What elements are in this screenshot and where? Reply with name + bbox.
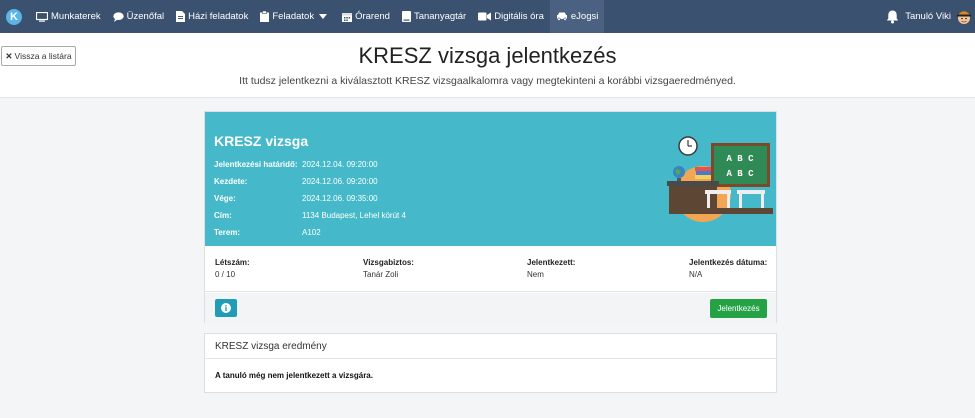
info-button[interactable] [215, 299, 237, 317]
book-icon [401, 11, 411, 22]
books-stack [695, 167, 711, 171]
avatar[interactable] [955, 8, 973, 26]
deadline-label: Jelentkezési határidő: [214, 160, 298, 169]
nav-item-label: Munkaterek [51, 11, 101, 22]
nav-item-label: eJogsi [570, 11, 599, 22]
classroom-illustration: A B C A B C [667, 136, 773, 222]
nav-item-feladatok[interactable]: Feladatok [254, 0, 336, 33]
examiner-value: Tanár Zoli [363, 270, 399, 279]
exam-card: KRESZ vizsga Jelentkezési határidő: 2024… [204, 111, 777, 323]
bell-icon[interactable] [886, 10, 899, 24]
video-camera-icon [478, 12, 492, 21]
end-label: Vége: [214, 194, 236, 203]
nav-item-label: Digitális óra [494, 11, 544, 22]
exam-title: KRESZ vizsga [214, 133, 309, 149]
document-icon [176, 11, 186, 22]
page-subtitle: Itt tudsz jelentkezni a kiválasztott KRE… [239, 75, 736, 87]
car-icon [556, 12, 567, 21]
nav-item-hazi-feladatok[interactable]: Házi feladatok [170, 0, 254, 33]
capacity-label: Létszám: [215, 258, 250, 267]
board-text-line1: A B C [726, 154, 754, 164]
end-value: 2024.12.06. 09:35:00 [302, 194, 378, 203]
registered-value: Nem [527, 270, 544, 279]
clipboard-icon [260, 11, 270, 22]
board-text-line2: A B C [726, 169, 754, 179]
nav-item-tananyagtar[interactable]: Tananyagtár [396, 0, 472, 33]
registration-date-value: N/A [689, 270, 703, 279]
nav-item-label: Tananyagtár [413, 11, 467, 22]
page-header: ✕ Vissza a listára KRESZ vizsga jelentke… [0, 33, 975, 98]
result-text: A tanuló még nem jelentkezett a vizsgára… [215, 371, 373, 380]
address-value: 1134 Budapest, Lehel körút 4 [302, 211, 406, 220]
user-area: Tanuló Viki [886, 0, 975, 33]
chat-bubble-icon [112, 11, 124, 22]
exam-actions: Jelentkezés [205, 293, 776, 323]
caret-down-icon [319, 13, 328, 19]
registration-date-label: Jelentkezés dátuma: [689, 258, 768, 267]
nav-item-label: Feladatok [272, 11, 315, 22]
capacity-value: 0 / 10 [215, 270, 236, 279]
nav-item-label: Üzenőfal [126, 11, 165, 22]
room-label: Terem: [214, 228, 241, 237]
page-title: KRESZ vizsga jelentkezés [358, 43, 617, 68]
start-value: 2024.12.06. 09:20:00 [302, 177, 378, 186]
nav-item-digitalis-ora[interactable]: Digitális óra [472, 0, 550, 33]
user-name[interactable]: Tanuló Viki [905, 11, 951, 22]
nav-item-uzenofal[interactable]: Üzenőfal [107, 0, 171, 33]
address-label: Cím: [214, 211, 232, 220]
nav-item-ejogsi[interactable]: eJogsi [549, 0, 605, 33]
top-navbar: K Munkaterek Üzenőfal Házi feladatok Fel… [0, 0, 975, 33]
info-icon [221, 303, 231, 313]
deadline-value: 2024.12.04. 09:20:00 [302, 160, 378, 169]
monitor-icon [36, 11, 48, 22]
nav-item-label: Órarend [355, 11, 390, 22]
nav-item-munkaterek[interactable]: Munkaterek [30, 0, 107, 33]
nav-item-label: Házi feladatok [188, 11, 249, 22]
result-divider [205, 358, 776, 359]
result-title: KRESZ vizsga eredmény [215, 341, 327, 352]
calendar-icon [342, 12, 353, 22]
exam-card-header: KRESZ vizsga Jelentkezési határidő: 2024… [205, 112, 776, 246]
app-logo[interactable]: K [6, 8, 22, 25]
apply-button[interactable]: Jelentkezés [710, 299, 767, 318]
start-label: Kezdete: [214, 177, 248, 186]
examiner-label: Vizsgabiztos: [363, 258, 414, 267]
exam-result-card: KRESZ vizsga eredmény A tanuló még nem j… [204, 333, 777, 393]
room-value: A102 [302, 228, 321, 237]
nav-item-orarend[interactable]: Órarend [336, 0, 396, 33]
registered-label: Jelentkezett: [527, 258, 576, 267]
exam-stats: Létszám: 0 / 10 Vizsgabiztos: Tanár Zoli… [205, 246, 776, 292]
